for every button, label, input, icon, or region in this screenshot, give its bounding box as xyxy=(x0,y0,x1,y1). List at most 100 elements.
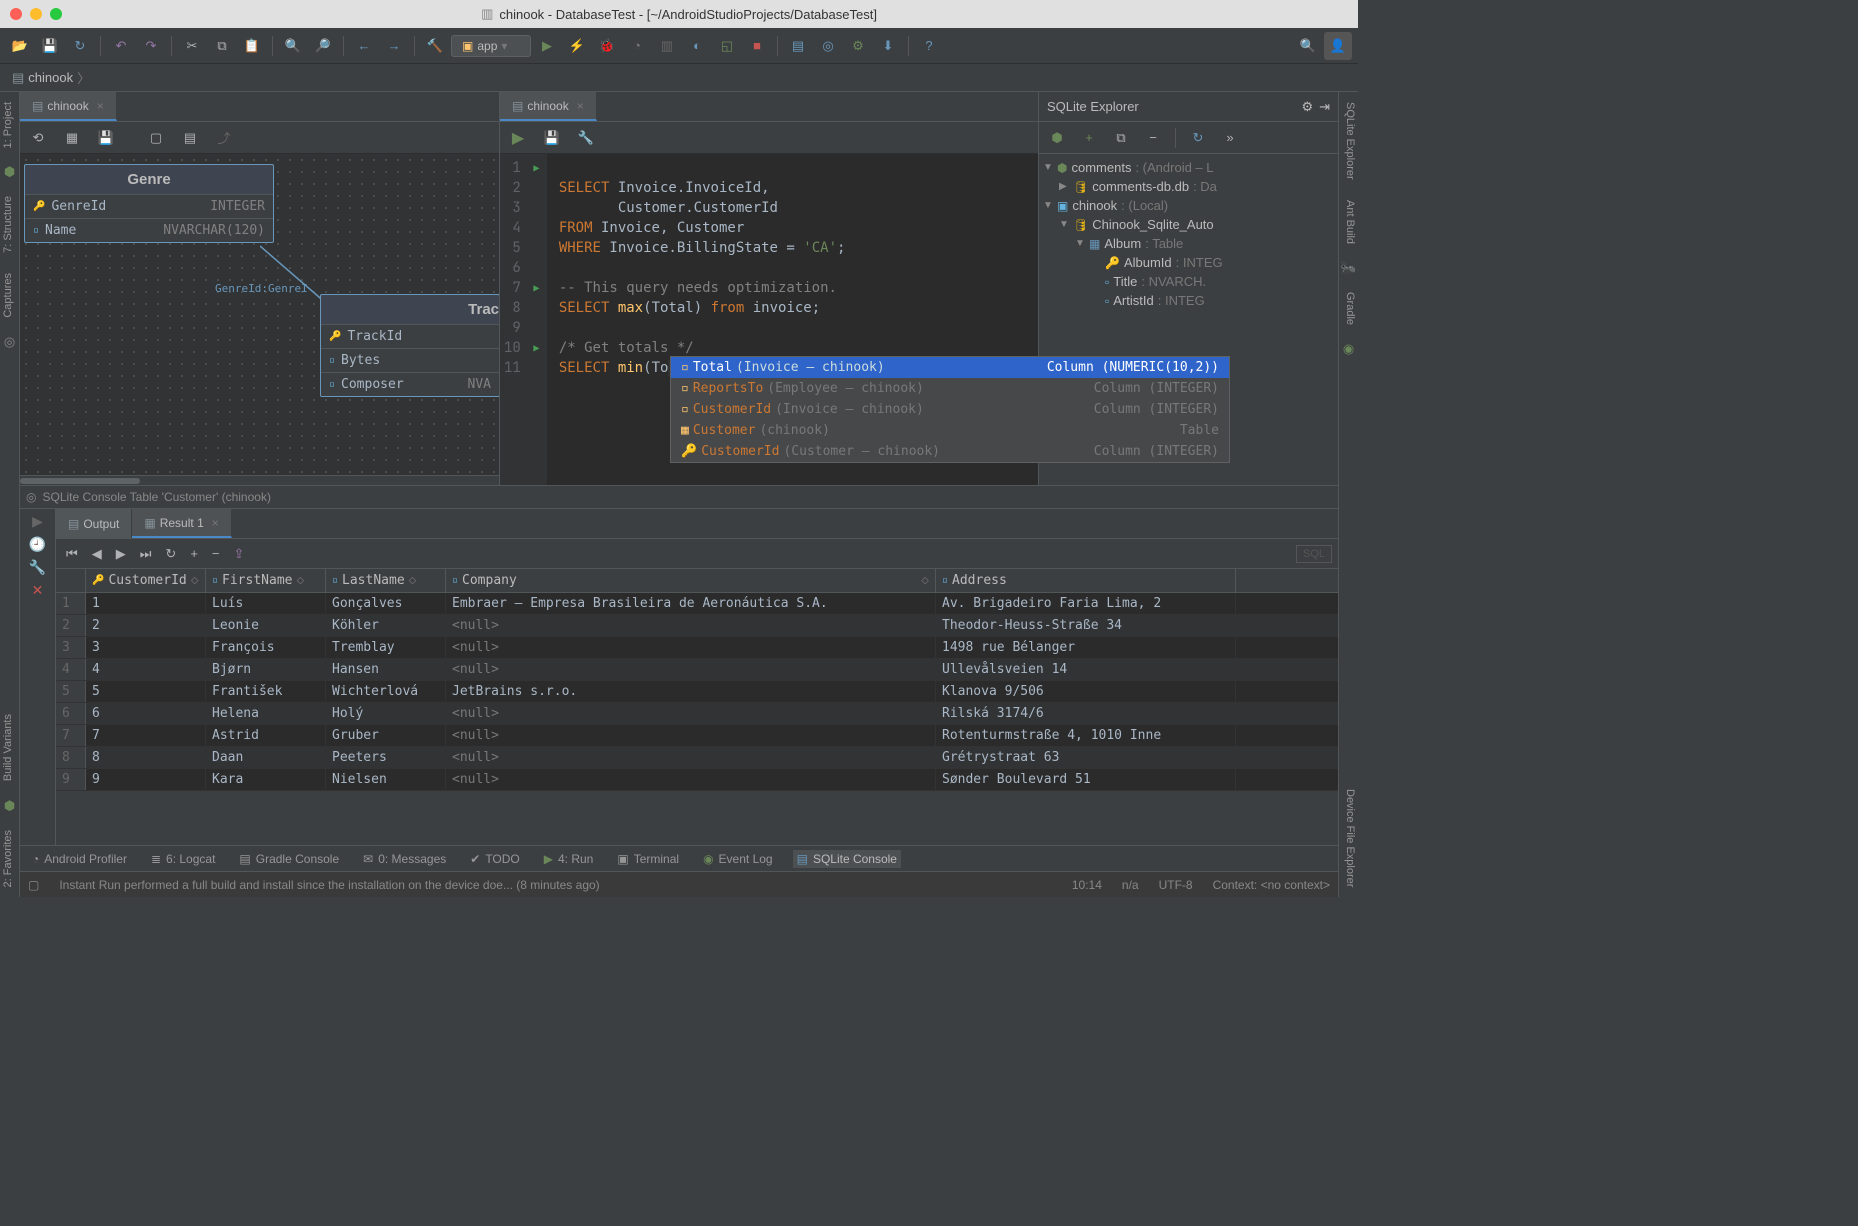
refresh-icon[interactable]: ↻ xyxy=(1184,124,1212,152)
replace-icon[interactable]: 🔎 xyxy=(309,32,337,60)
gradle-icon[interactable]: ◉ xyxy=(1339,335,1358,363)
autocomplete-item[interactable]: 🔑CustomerId (Customer – chinook)Column (… xyxy=(671,441,1229,462)
result-grid[interactable]: 🔑CustomerId ◇ ▫FirstName ◇ ▫LastName ◇ ▫… xyxy=(56,569,1338,845)
close-tab-icon[interactable]: × xyxy=(212,516,219,530)
tree-node[interactable]: 🔑AlbumId: INTEG xyxy=(1039,253,1338,272)
save-diagram-icon[interactable]: 💾 xyxy=(92,124,120,152)
coverage-icon[interactable]: ▥ xyxy=(653,32,681,60)
execute-icon[interactable]: ▶ xyxy=(504,124,532,152)
close-window-button[interactable] xyxy=(10,8,22,20)
add-row-icon[interactable]: + xyxy=(186,544,202,563)
wrench-icon[interactable]: 🔧 xyxy=(29,559,46,576)
run-tab[interactable]: ▶4: Run xyxy=(540,850,598,868)
table-row[interactable]: 33FrançoisTremblay<null>1498 rue Bélange… xyxy=(56,637,1338,659)
paste-icon[interactable]: 📋 xyxy=(238,32,266,60)
tree-node[interactable]: ▫ArtistId: INTEG xyxy=(1039,291,1338,310)
settings-icon[interactable]: 🔧 xyxy=(572,124,600,152)
variant-icon[interactable]: ⬢ xyxy=(0,792,19,820)
autocomplete-item[interactable]: ▫CustomerId (Invoice – chinook)Column (I… xyxy=(671,399,1229,420)
table-row[interactable]: 44BjørnHansen<null>Ullevålsveien 14 xyxy=(56,659,1338,681)
favorites-tab[interactable]: 2: Favorites xyxy=(0,820,19,897)
event-log-tab[interactable]: ◉Event Log xyxy=(699,850,777,868)
activity-icon[interactable]: ◱ xyxy=(713,32,741,60)
view-mode-label[interactable]: SQL xyxy=(1296,545,1332,563)
gear-icon[interactable]: ⚙ xyxy=(1301,99,1313,115)
add-icon[interactable]: + xyxy=(1075,124,1103,152)
table-row[interactable]: 11LuísGonçalvesEmbraer – Empresa Brasile… xyxy=(56,593,1338,615)
editor-tab[interactable]: ▤ chinook × xyxy=(500,92,597,121)
tree-node[interactable]: ▼▣chinook: (Local) xyxy=(1039,196,1338,215)
status-icon[interactable]: ▢ xyxy=(28,878,39,892)
redo-icon[interactable]: ↷ xyxy=(137,32,165,60)
result-tab[interactable]: ▦Result 1 × xyxy=(132,509,231,538)
next-page-icon[interactable]: ▶ xyxy=(112,544,130,564)
android-profiler-tab[interactable]: ◔Android Profiler xyxy=(28,850,131,868)
sqlite-console-tab[interactable]: ▤SQLite Console xyxy=(793,850,901,868)
user-icon[interactable]: 👤 xyxy=(1324,32,1352,60)
sqlite-explorer-tab[interactable]: SQLite Explorer xyxy=(1339,92,1358,190)
prev-page-icon[interactable]: ◀ xyxy=(88,544,106,564)
project-tab[interactable]: 1: Project xyxy=(0,92,19,158)
close-tab-icon[interactable]: × xyxy=(97,99,104,113)
table-row[interactable]: 99KaraNielsen<null>Sønder Boulevard 51 xyxy=(56,769,1338,791)
table-row[interactable]: 22LeonieKöhler<null>Theodor-Heuss-Straße… xyxy=(56,615,1338,637)
remove-row-icon[interactable]: − xyxy=(208,544,224,563)
layout-icon[interactable]: ⟲ xyxy=(24,124,52,152)
capture-icon[interactable]: ◎ xyxy=(0,328,19,356)
layout-inspector-icon[interactable]: ▤ xyxy=(784,32,812,60)
copy-icon[interactable]: ⧉ xyxy=(208,32,236,60)
hide-icon[interactable]: ⇥ xyxy=(1319,99,1330,115)
diagram-tab[interactable]: ▤ chinook × xyxy=(20,92,117,121)
first-page-icon[interactable]: ⏮ xyxy=(62,544,82,564)
table-row[interactable]: 77AstridGruber<null>Rotenturmstraße 4, 1… xyxy=(56,725,1338,747)
more-icon[interactable]: » xyxy=(1216,124,1244,152)
cut-icon[interactable]: ✂ xyxy=(178,32,206,60)
last-page-icon[interactable]: ⏭ xyxy=(136,544,156,564)
output-tab[interactable]: ▤Output xyxy=(56,509,132,538)
table-row[interactable]: 66HelenaHolý<null>Rilská 3174/6 xyxy=(56,703,1338,725)
tree-node[interactable]: ▼▦Album: Table xyxy=(1039,234,1338,253)
back-icon[interactable]: ← xyxy=(350,32,378,60)
terminal-tab[interactable]: ▣Terminal xyxy=(613,850,683,868)
save-icon[interactable]: 💾 xyxy=(36,32,64,60)
find-icon[interactable]: 🔍 xyxy=(279,32,307,60)
build-variants-tab[interactable]: Build Variants xyxy=(0,704,19,791)
code-editor[interactable]: 1234567891011 ▶ ▶ ▶ SELECT Invoice.Invoi… xyxy=(500,154,1038,485)
encoding[interactable]: UTF-8 xyxy=(1159,878,1193,892)
gradle-tab[interactable]: Gradle xyxy=(1339,282,1358,335)
minimize-window-button[interactable] xyxy=(30,8,42,20)
autocomplete-item[interactable]: ▫ReportsTo (Employee – chinook)Column (I… xyxy=(671,378,1229,399)
zoom-window-button[interactable] xyxy=(50,8,62,20)
close-tab-icon[interactable]: × xyxy=(577,99,584,113)
sdk-manager-icon[interactable]: ⚙ xyxy=(844,32,872,60)
duplicate-icon[interactable]: ⧉ xyxy=(1107,124,1135,152)
ant-icon[interactable]: 🐜 xyxy=(1339,254,1358,282)
ant-build-tab[interactable]: Ant Build xyxy=(1339,190,1358,254)
debug-icon[interactable]: 🐞 xyxy=(593,32,621,60)
table-row[interactable]: 55FrantišekWichterlováJetBrains s.r.o.Kl… xyxy=(56,681,1338,703)
device-explorer-tab[interactable]: Device File Explorer xyxy=(1339,779,1358,897)
tree-node[interactable]: ▼🛢Chinook_Sqlite_Auto xyxy=(1039,215,1338,234)
run-configuration-select[interactable]: ▣app ▾ xyxy=(451,35,531,57)
undo-icon[interactable]: ↶ xyxy=(107,32,135,60)
forward-icon[interactable]: → xyxy=(380,32,408,60)
context[interactable]: Context: <no context> xyxy=(1213,878,1330,892)
close-console-icon[interactable]: ✕ xyxy=(32,582,44,599)
build-icon[interactable]: 🔨 xyxy=(421,32,449,60)
apply-changes-icon[interactable]: ⚡ xyxy=(563,32,591,60)
profile-icon[interactable]: ◔ xyxy=(623,32,651,60)
table-node-track[interactable]: Trac 🔑TrackId ▫Bytes ▫ComposerNVA xyxy=(320,294,499,397)
autocomplete-item[interactable]: ▦Customer (chinook)Table xyxy=(671,420,1229,441)
structure-tab[interactable]: 7: Structure xyxy=(0,186,19,263)
export-icon[interactable]: ⇪ xyxy=(230,544,249,564)
ddl-icon[interactable]: ⤴ xyxy=(210,124,238,152)
autocomplete-item[interactable]: ▫Total (Invoice – chinook)Column (NUMERI… xyxy=(671,357,1229,378)
search-everywhere-icon[interactable]: 🔍 xyxy=(1294,32,1322,60)
avd-manager-icon[interactable]: ◎ xyxy=(814,32,842,60)
table-icon[interactable]: ▤ xyxy=(176,124,204,152)
logcat-tab[interactable]: ≣6: Logcat xyxy=(147,850,219,868)
todo-tab[interactable]: ✔TODO xyxy=(466,850,524,868)
open-icon[interactable]: 📂 xyxy=(6,32,34,60)
table-node-genre[interactable]: Genre 🔑GenreIdINTEGER ▫NameNVARCHAR(120) xyxy=(24,164,274,243)
reload-icon[interactable]: ↻ xyxy=(161,544,180,564)
